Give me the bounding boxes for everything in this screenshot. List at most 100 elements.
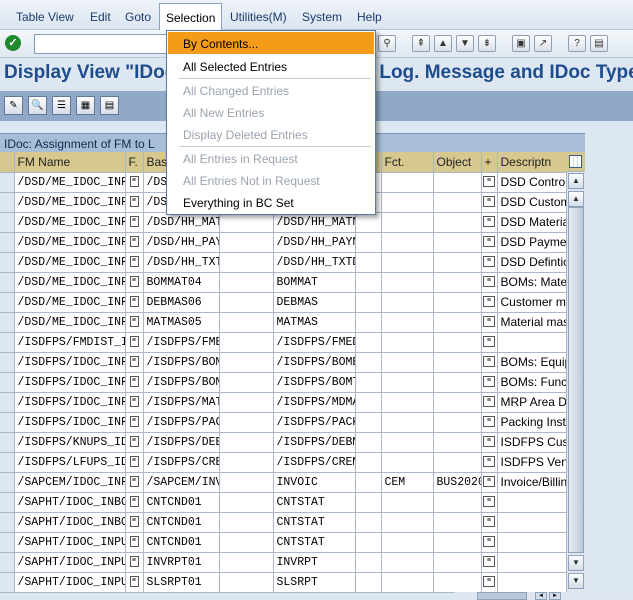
create-session-icon[interactable]: ▣ (512, 35, 530, 52)
cell-message-type[interactable]: MATMAS (273, 312, 356, 333)
cell-fm-name[interactable]: /SAPHT/IDOC_INPU (14, 572, 126, 593)
value-help-icon[interactable]: ≡ (129, 395, 139, 407)
value-help-icon[interactable]: ≡ (483, 495, 495, 507)
table-row[interactable]: /SAPHT/IDOC_INBO ≡ CNTCND01 CNTSTAT ≡ (0, 512, 567, 533)
cell-description[interactable]: MRP Area Data M (497, 392, 567, 413)
cell-description[interactable]: Material master (497, 312, 567, 333)
cell-fm-name[interactable]: /DSD/ME_IDOC_INF (14, 232, 126, 253)
cell-object[interactable] (433, 372, 482, 393)
cell-basic-type[interactable]: /ISDFPS/BOM (143, 352, 220, 373)
value-help-icon[interactable]: ≡ (129, 435, 139, 447)
cell-object[interactable] (433, 532, 482, 553)
table-row[interactable]: /SAPHT/IDOC_INBO ≡ CNTCND01 CNTSTAT ≡ (0, 492, 567, 513)
cell-basic-type[interactable]: MATMAS05 (143, 312, 220, 333)
value-help-icon[interactable]: ≡ (483, 515, 495, 527)
cell-fct[interactable] (381, 172, 434, 193)
cell-fm-name[interactable]: /ISDFPS/LFUPS_ID (14, 452, 126, 473)
cell-fct[interactable] (381, 252, 434, 273)
value-help-icon[interactable]: ≡ (483, 395, 495, 407)
cell-message-type[interactable]: CNTSTAT (273, 492, 356, 513)
row-selector[interactable] (0, 552, 15, 573)
cell-fct[interactable] (381, 552, 434, 573)
cell-fm-name[interactable]: /ISDFPS/IDOC_INF (14, 412, 126, 433)
cell-object[interactable] (433, 312, 482, 333)
table-row[interactable]: /SAPCEM/IDOC_INF ≡/SAPCEM/INV INVOIC CEM BUS… (0, 472, 567, 493)
menu-edit[interactable]: Edit (90, 10, 111, 24)
scroll-right-arrow-icon[interactable]: ► (549, 592, 561, 600)
cell-fct[interactable] (381, 212, 434, 233)
cell-fct[interactable] (381, 312, 434, 333)
cell-object[interactable] (433, 252, 482, 273)
cell-object[interactable] (433, 332, 482, 353)
scroll-page-down-arrow-icon[interactable]: ▼ (568, 555, 584, 571)
scroll-thumb[interactable] (568, 207, 584, 553)
row-selector[interactable] (0, 372, 15, 393)
cell-message-type[interactable]: /ISDFPS/DEBM (273, 432, 356, 453)
cell-message-type[interactable]: /ISDFPS/MDMA (273, 392, 356, 413)
table-row[interactable]: /ISDFPS/IDOC_INF ≡/ISDFPS/MAT/ISDFPS/MDMA… (0, 392, 567, 413)
cell-fm-name[interactable]: /ISDFPS/IDOC_INF (14, 352, 126, 373)
scroll-left-arrow-icon[interactable]: ◄ (535, 592, 547, 600)
value-help-icon[interactable]: ≡ (129, 375, 139, 387)
cell-message-type[interactable]: CNTSTAT (273, 532, 356, 553)
table-row[interactable]: /ISDFPS/FMDIST_I ≡/ISDFPS/FME/ISDFPS/FMED… (0, 332, 567, 353)
table-row[interactable]: /DSD/ME_IDOC_INF ≡/DSD/HH_PAY/DSD/HH_PAYN… (0, 232, 567, 253)
cell-object[interactable] (433, 452, 482, 473)
cell-basic-type[interactable]: BOMMAT04 (143, 272, 220, 293)
value-help-icon[interactable]: ≡ (483, 555, 495, 567)
header-fm-name[interactable]: FM Name (14, 152, 126, 173)
row-selector[interactable] (0, 312, 15, 333)
cell-object[interactable] (433, 192, 482, 213)
value-help-icon[interactable]: ≡ (483, 175, 495, 187)
cell-message-type[interactable]: INVOIC (273, 472, 356, 493)
command-field[interactable] (34, 34, 172, 54)
cell-description[interactable] (497, 532, 567, 553)
horizontal-scrollbar[interactable]: ◄ ► (455, 592, 633, 600)
menu-table-view[interactable]: Table View (16, 10, 74, 24)
menu-goto[interactable]: Goto (125, 10, 151, 24)
previous-page-icon[interactable]: ▲ (434, 35, 452, 52)
row-selector[interactable] (0, 512, 15, 533)
header-object[interactable]: Object (433, 152, 482, 173)
value-help-icon[interactable]: ≡ (129, 335, 139, 347)
menu-utilities[interactable]: Utilities(M) (230, 10, 287, 24)
cell-basic-type[interactable]: /ISDFPS/BOM (143, 372, 220, 393)
value-help-icon[interactable]: ≡ (129, 275, 139, 287)
cell-fct[interactable] (381, 232, 434, 253)
cell-fct[interactable] (381, 332, 434, 353)
menu-system[interactable]: System (302, 10, 342, 24)
layout-menu-icon[interactable]: ▤ (590, 35, 608, 52)
cell-object[interactable] (433, 172, 482, 193)
dropdown-item-everything-in-bc-set[interactable]: Everything in BC Set (168, 191, 374, 213)
value-help-icon[interactable]: ≡ (129, 535, 139, 547)
cell-fm-name[interactable]: /ISDFPS/IDOC_INF (14, 392, 126, 413)
last-page-icon[interactable]: ⇟ (478, 35, 496, 52)
cell-message-type[interactable]: /DSD/HH_MATN (273, 212, 356, 233)
cell-message-type[interactable]: /DSD/HH_PAYN (273, 232, 356, 253)
table-row[interactable]: /ISDFPS/IDOC_INF ≡/ISDFPS/BOM/ISDFPS/BOMT… (0, 372, 567, 393)
cell-object[interactable] (433, 572, 482, 593)
cell-object[interactable] (433, 392, 482, 413)
header-fct[interactable]: Fct. (381, 152, 434, 173)
table-row[interactable]: /ISDFPS/IDOC_INF ≡/ISDFPS/BOM/ISDFPS/BOME… (0, 352, 567, 373)
cell-message-type[interactable]: /DSD/HH_TXTD (273, 252, 356, 273)
cell-fm-name[interactable]: /DSD/ME_IDOC_INF (14, 212, 126, 233)
cell-basic-type[interactable]: CNTCND01 (143, 532, 220, 553)
table-row[interactable]: /DSD/ME_IDOC_INF ≡/DSD/HH_TXT/DSD/HH_TXTD… (0, 252, 567, 273)
value-help-icon[interactable]: ≡ (483, 375, 495, 387)
cell-description[interactable]: DSD Defintions o (497, 252, 567, 273)
value-help-icon[interactable]: ≡ (129, 415, 139, 427)
cell-description[interactable]: DSD Material Ma (497, 212, 567, 233)
value-help-icon[interactable]: ≡ (483, 295, 495, 307)
header-f[interactable]: F. (125, 152, 144, 173)
cell-object[interactable] (433, 432, 482, 453)
cell-message-type[interactable]: /ISDFPS/CREM (273, 452, 356, 473)
value-help-icon[interactable]: ≡ (129, 475, 139, 487)
cell-description[interactable] (497, 552, 567, 573)
table-settings-icon[interactable] (566, 152, 585, 172)
value-help-icon[interactable]: ≡ (129, 315, 139, 327)
cell-message-type[interactable]: CNTSTAT (273, 512, 356, 533)
cell-basic-type[interactable]: /SAPCEM/INV (143, 472, 220, 493)
cell-fct[interactable]: CEM (381, 472, 434, 493)
row-selector[interactable] (0, 212, 15, 233)
